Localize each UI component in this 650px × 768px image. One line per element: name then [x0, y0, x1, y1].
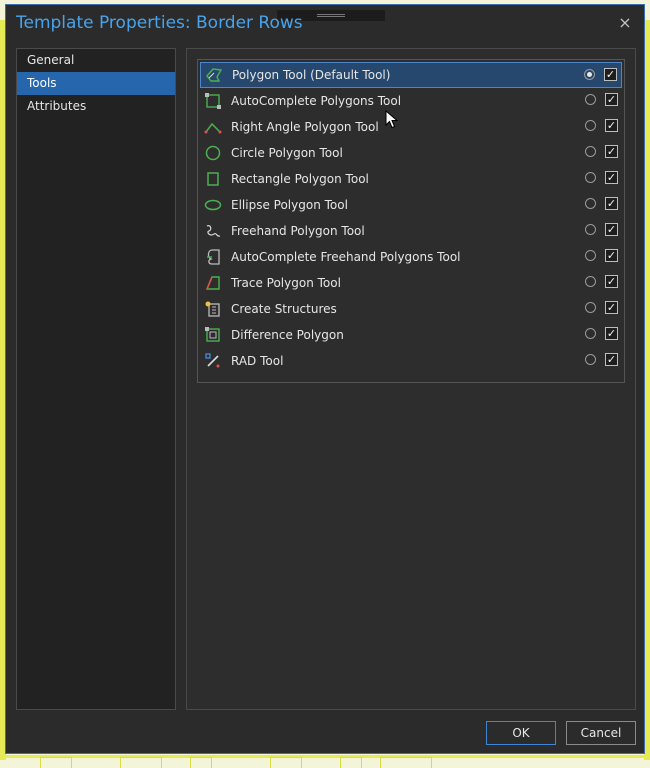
tool-enabled-checkbox[interactable]: ✓ [605, 171, 618, 184]
tool-row-trace[interactable]: Trace Polygon Tool ✓ [200, 270, 622, 296]
tool-enabled-checkbox[interactable]: ✓ [605, 93, 618, 106]
tool-row-ellipse[interactable]: Ellipse Polygon Tool ✓ [200, 192, 622, 218]
cancel-button[interactable]: Cancel [566, 721, 636, 745]
tool-row-freehand[interactable]: Freehand Polygon Tool ✓ [200, 218, 622, 244]
ellipse-icon [204, 199, 222, 211]
tool-row-rectangle[interactable]: Rectangle Polygon Tool ✓ [200, 166, 622, 192]
tool-row-autocomplete-polygons[interactable]: AutoComplete Polygons Tool ✓ [200, 88, 622, 114]
sidebar-nav: General Tools Attributes [16, 48, 176, 710]
autocomplete-polygon-icon [205, 93, 221, 109]
tool-label: Circle Polygon Tool [231, 146, 343, 160]
tool-label: Create Structures [231, 302, 337, 316]
tool-enabled-checkbox[interactable]: ✓ [605, 145, 618, 158]
close-icon[interactable]: × [616, 14, 634, 32]
tool-enabled-checkbox[interactable]: ✓ [605, 119, 618, 132]
default-tool-radio[interactable] [585, 172, 596, 183]
tool-label: AutoComplete Freehand Polygons Tool [231, 250, 461, 264]
default-tool-radio[interactable] [585, 94, 596, 105]
nav-item-attributes[interactable]: Attributes [17, 95, 175, 118]
autocomplete-freehand-icon [207, 249, 220, 265]
freehand-icon [206, 224, 221, 237]
tool-row-right-angle[interactable]: Right Angle Polygon Tool ✓ [200, 114, 622, 140]
tool-enabled-checkbox[interactable]: ✓ [604, 68, 617, 81]
tool-label: Right Angle Polygon Tool [231, 120, 379, 134]
difference-polygon-icon [205, 327, 220, 342]
right-angle-icon [204, 122, 222, 134]
default-tool-radio[interactable] [585, 276, 596, 287]
tools-panel: Polygon Tool (Default Tool) ✓ AutoComple… [186, 48, 636, 710]
tool-label: Ellipse Polygon Tool [231, 198, 348, 212]
tool-row-create-structures[interactable]: Create Structures ✓ [200, 296, 622, 322]
tool-row-difference-polygon[interactable]: Difference Polygon ✓ [200, 322, 622, 348]
tool-label: Freehand Polygon Tool [231, 224, 365, 238]
tool-label: Trace Polygon Tool [231, 276, 341, 290]
tool-enabled-checkbox[interactable]: ✓ [605, 327, 618, 340]
default-tool-radio[interactable] [585, 146, 596, 157]
mouse-cursor-icon [385, 110, 399, 129]
tool-enabled-checkbox[interactable]: ✓ [605, 197, 618, 210]
default-tool-radio[interactable] [585, 328, 596, 339]
nav-item-general[interactable]: General [17, 49, 175, 72]
rad-tool-icon [205, 353, 220, 368]
tool-row-autocomplete-freehand[interactable]: AutoComplete Freehand Polygons Tool ✓ [200, 244, 622, 270]
nav-item-tools[interactable]: Tools [17, 72, 175, 95]
default-tool-radio[interactable] [585, 302, 596, 313]
tool-label: AutoComplete Polygons Tool [231, 94, 402, 108]
tool-enabled-checkbox[interactable]: ✓ [605, 301, 618, 314]
circle-icon [205, 145, 221, 161]
tool-enabled-checkbox[interactable]: ✓ [605, 249, 618, 262]
polygon-icon [206, 68, 223, 82]
tool-label: Rectangle Polygon Tool [231, 172, 369, 186]
tool-enabled-checkbox[interactable]: ✓ [605, 353, 618, 366]
tool-label: Difference Polygon [231, 328, 344, 342]
default-tool-radio[interactable] [585, 120, 596, 131]
rectangle-icon [207, 172, 219, 186]
trace-icon [205, 276, 220, 290]
tool-enabled-checkbox[interactable]: ✓ [605, 223, 618, 236]
tool-label: RAD Tool [231, 354, 284, 368]
default-tool-radio[interactable] [585, 250, 596, 261]
default-tool-radio[interactable] [584, 69, 595, 80]
create-structures-icon [205, 301, 220, 317]
default-tool-radio[interactable] [585, 224, 596, 235]
template-properties-dialog: Template Properties: Border Rows × Gener… [5, 4, 645, 754]
tool-list: Polygon Tool (Default Tool) ✓ AutoComple… [197, 59, 625, 383]
default-tool-radio[interactable] [585, 354, 596, 365]
tool-row-polygon[interactable]: Polygon Tool (Default Tool) ✓ [200, 62, 622, 88]
dialog-title: Template Properties: Border Rows [16, 13, 303, 33]
tool-label: Polygon Tool (Default Tool) [232, 68, 391, 82]
tool-row-rad-tool[interactable]: RAD Tool ✓ [200, 348, 622, 374]
tool-enabled-checkbox[interactable]: ✓ [605, 275, 618, 288]
ok-button[interactable]: OK [486, 721, 556, 745]
tool-row-circle[interactable]: Circle Polygon Tool ✓ [200, 140, 622, 166]
default-tool-radio[interactable] [585, 198, 596, 209]
